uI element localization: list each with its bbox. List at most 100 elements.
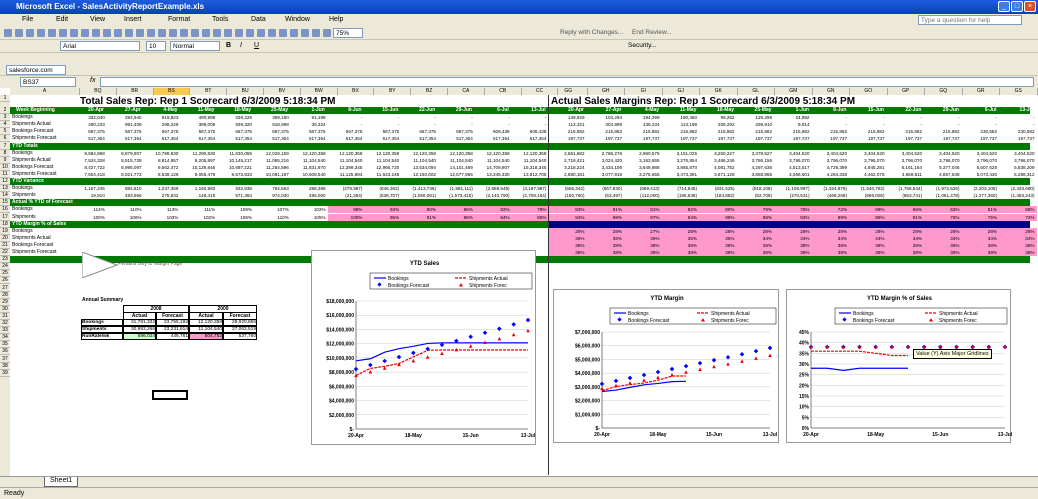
data-cell[interactable]: 932,838: [217, 185, 254, 192]
data-cell[interactable]: 34%: [849, 234, 887, 242]
column-header[interactable]: BT: [190, 88, 228, 95]
data-cell[interactable]: 197,737: [999, 135, 1037, 142]
data-cell[interactable]: -: [999, 121, 1037, 128]
data-cell[interactable]: (112,000): [624, 192, 662, 199]
toolbar-icon[interactable]: [26, 29, 34, 37]
data-cell[interactable]: 3,024,420: [587, 157, 625, 164]
data-cell[interactable]: 3,250,227: [699, 150, 737, 157]
data-cell[interactable]: -: [812, 114, 850, 121]
data-cell[interactable]: 4,081,752: [699, 164, 737, 171]
column-header[interactable]: GM: [775, 88, 813, 95]
row-header[interactable]: 27: [0, 285, 10, 292]
data-cell[interactable]: -: [364, 114, 401, 121]
row-header[interactable]: 11: [0, 171, 10, 178]
data-cell[interactable]: -: [475, 114, 512, 121]
toolbar-icon[interactable]: [180, 29, 188, 37]
data-cell[interactable]: 3,163,655: [624, 157, 662, 164]
data-cell[interactable]: 78%: [924, 213, 962, 221]
bold-button[interactable]: B: [226, 42, 231, 49]
toolbar-icon[interactable]: [246, 29, 254, 37]
data-cell[interactable]: 275,832: [144, 192, 181, 199]
data-cell[interactable]: 1,157,245: [70, 185, 107, 192]
data-cell[interactable]: 139,234: [624, 121, 662, 128]
data-cell[interactable]: -: [512, 121, 549, 128]
data-cell[interactable]: 3,404,520: [849, 150, 887, 157]
data-cell[interactable]: 215,882: [924, 128, 962, 135]
row-header[interactable]: 14: [0, 192, 10, 200]
data-cell[interactable]: -: [924, 121, 962, 128]
column-header[interactable]: GH: [588, 88, 625, 95]
data-cell[interactable]: 9,056,479: [180, 171, 217, 178]
security-button[interactable]: Security...: [628, 42, 656, 49]
toolbar-icon[interactable]: [70, 29, 78, 37]
data-cell[interactable]: 86%: [438, 206, 475, 214]
data-cell[interactable]: -: [401, 114, 438, 121]
toolbar-icon[interactable]: [301, 29, 309, 37]
data-cell[interactable]: (21,354): [328, 192, 365, 199]
data-cell[interactable]: 7,524,328: [70, 157, 107, 164]
data-cell[interactable]: 63%: [924, 206, 962, 214]
data-cell[interactable]: 106%: [107, 214, 144, 221]
data-cell[interactable]: 3,077,918: [587, 171, 625, 178]
data-cell[interactable]: 10,608,540: [291, 171, 328, 178]
row-header[interactable]: 38: [0, 363, 10, 370]
data-cell[interactable]: 39,324: [291, 121, 328, 128]
data-cell[interactable]: 12,120,358: [328, 150, 365, 157]
data-cell[interactable]: 919,923: [144, 114, 181, 121]
data-cell[interactable]: 99,262: [699, 114, 737, 121]
column-header[interactable]: GP: [888, 88, 925, 95]
row-header[interactable]: 13: [0, 185, 10, 193]
data-cell[interactable]: (667,830): [587, 185, 625, 192]
data-cell[interactable]: 5,838,209: [999, 164, 1037, 171]
data-cell[interactable]: 72%: [999, 213, 1037, 221]
row-header[interactable]: 20: [0, 235, 10, 242]
data-cell[interactable]: 567,375: [401, 128, 438, 135]
data-cell[interactable]: -: [887, 121, 925, 128]
data-cell[interactable]: 197,737: [812, 135, 850, 142]
data-cell[interactable]: 4,513,517: [774, 164, 812, 171]
data-cell[interactable]: 38%: [886, 241, 924, 249]
data-cell[interactable]: 10,697,221: [217, 164, 254, 171]
data-cell[interactable]: (1,056,061): [401, 192, 438, 199]
data-cell[interactable]: (1,756,644): [887, 185, 925, 192]
data-cell[interactable]: 38%: [624, 241, 662, 249]
data-cell[interactable]: 34%: [736, 234, 774, 242]
data-cell[interactable]: 8,995,097: [107, 164, 144, 171]
data-cell[interactable]: 88%: [438, 213, 475, 221]
data-cell[interactable]: 918,999: [254, 121, 291, 128]
help-search-input[interactable]: [918, 15, 1022, 25]
data-cell[interactable]: 399,009: [180, 121, 217, 128]
row-header[interactable]: 19: [0, 228, 10, 235]
italic-button[interactable]: I: [240, 42, 242, 49]
data-cell[interactable]: 11,630,059: [217, 150, 254, 157]
data-cell[interactable]: 98%: [736, 213, 774, 221]
data-cell[interactable]: 36%: [624, 234, 662, 242]
data-cell[interactable]: 12,120,358: [438, 150, 475, 157]
data-cell[interactable]: 28%: [699, 227, 737, 235]
data-cell[interactable]: 36%: [549, 234, 587, 242]
data-cell[interactable]: 11,104,540: [328, 157, 365, 164]
data-cell[interactable]: 91,199: [291, 114, 328, 121]
data-cell[interactable]: 9,879,907: [107, 150, 144, 157]
data-cell[interactable]: 11,290,830: [180, 150, 217, 157]
row-header[interactable]: 10: [0, 164, 10, 171]
data-cell[interactable]: 215,882: [699, 128, 737, 135]
data-cell[interactable]: (2,140,790): [475, 192, 512, 199]
data-cell[interactable]: 4,659,811: [887, 171, 925, 178]
data-cell[interactable]: 3,404,520: [962, 150, 1000, 157]
column-header[interactable]: GO: [850, 88, 888, 95]
column-header[interactable]: BX: [338, 88, 375, 95]
data-cell[interactable]: 12,029,159: [254, 150, 291, 157]
data-cell[interactable]: (1,413,736): [401, 185, 438, 192]
row-header[interactable]: 37: [0, 356, 10, 363]
data-cell[interactable]: (1,493,243): [999, 192, 1037, 199]
data-cell[interactable]: -: [962, 114, 1000, 121]
data-cell[interactable]: (279,987): [328, 185, 365, 192]
data-cell[interactable]: 103%: [144, 214, 181, 221]
data-cell[interactable]: 38%: [886, 249, 924, 256]
data-cell[interactable]: 517,354: [328, 135, 365, 142]
toolbar-icon[interactable]: [290, 29, 298, 37]
data-cell[interactable]: 28%: [774, 227, 812, 235]
close-icon[interactable]: ×: [1024, 1, 1036, 12]
data-cell[interactable]: 3,218,224: [549, 164, 587, 171]
